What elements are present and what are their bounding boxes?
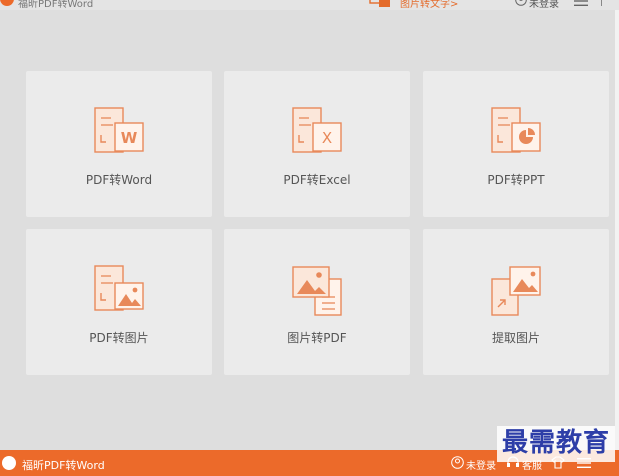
tool-card-pdf-to-excel[interactable]: X PDF转Excel: [224, 71, 410, 217]
window-control-icon[interactable]: [601, 0, 602, 6]
tool-label: PDF转Word: [85, 173, 153, 187]
watermark: 最需教育: [497, 426, 615, 462]
tool-card-extract-image[interactable]: 提取图片: [423, 229, 609, 375]
pdf-to-excel-icon: X: [292, 107, 342, 153]
image-to-text-link[interactable]: 图片转文字>: [400, 0, 458, 10]
svg-text:X: X: [322, 129, 332, 147]
login-status[interactable]: 未登录: [466, 457, 496, 472]
menu-icon[interactable]: [574, 0, 588, 6]
image-to-text-icon[interactable]: [369, 0, 391, 8]
user-icon[interactable]: [451, 456, 464, 469]
extract-image-icon: [491, 266, 541, 316]
login-status[interactable]: 未登录: [529, 0, 559, 10]
user-icon[interactable]: [515, 0, 527, 6]
tool-card-image-to-pdf[interactable]: 图片转PDF: [224, 229, 410, 375]
tool-label: PDF转图片: [89, 331, 149, 345]
tool-card-pdf-to-ppt[interactable]: PDF转PPT: [423, 71, 609, 217]
tool-label: PDF转Excel: [283, 173, 351, 187]
tool-label: 图片转PDF: [287, 331, 347, 345]
pdf-to-image-icon: [94, 265, 144, 311]
title-bar: 福昕PDF转Word 图片转文字> 未登录: [0, 0, 619, 10]
app-title: 福昕PDF转Word: [22, 459, 105, 472]
tool-card-pdf-to-word[interactable]: W PDF转Word: [26, 71, 212, 217]
tool-label: PDF转PPT: [487, 173, 545, 187]
window-edge: [615, 10, 619, 450]
pdf-to-ppt-icon: [491, 107, 541, 153]
tool-card-pdf-to-image[interactable]: PDF转图片: [26, 229, 212, 375]
app-logo-icon: [0, 0, 14, 6]
app-logo-icon: [2, 456, 16, 470]
image-to-pdf-icon: [292, 266, 342, 316]
tool-label: 提取图片: [491, 331, 540, 345]
app-title: 福昕PDF转Word: [18, 0, 94, 10]
pdf-to-word-icon: W: [94, 107, 144, 153]
svg-text:W: W: [121, 129, 138, 147]
tool-grid: W PDF转Word X PDF转Excel PDF转PPT PDF转图片 图片…: [0, 10, 619, 450]
